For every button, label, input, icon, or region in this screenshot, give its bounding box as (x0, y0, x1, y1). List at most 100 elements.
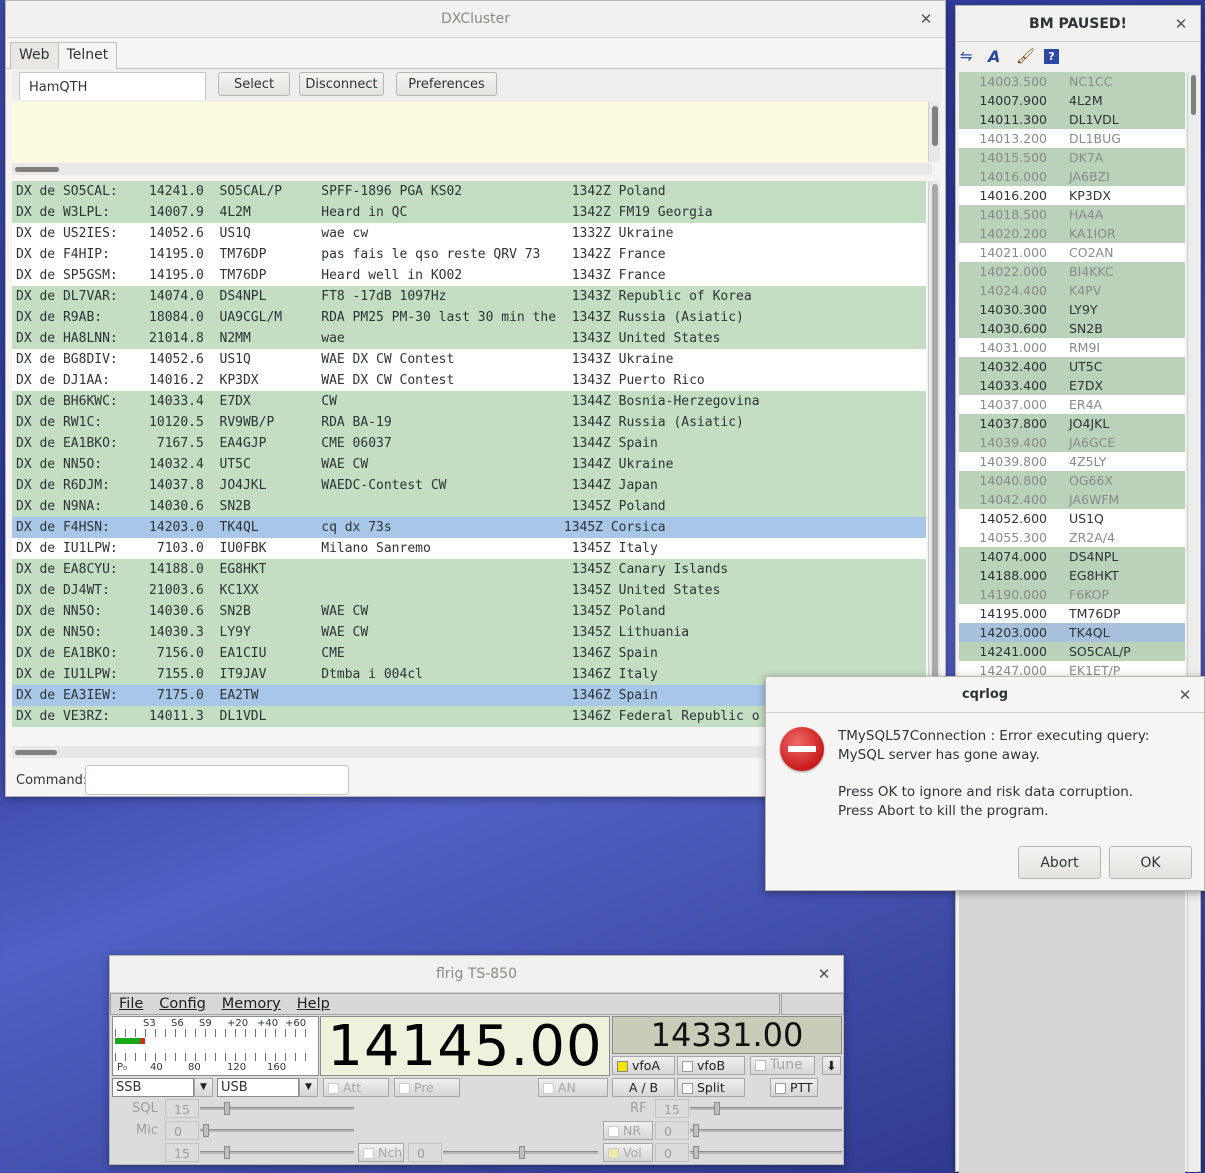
vfo-b-display[interactable]: 14331.00 (612, 1016, 842, 1054)
bandmap-row[interactable]: 14016.000 JA6BZI (959, 167, 1185, 186)
an-button[interactable]: AN (538, 1078, 608, 1097)
slider-knob[interactable] (203, 1124, 209, 1137)
abort-button[interactable]: Abort (1018, 846, 1101, 879)
output-hscroll[interactable] (12, 163, 932, 175)
ab-button[interactable]: A / B (612, 1078, 675, 1097)
bandmap-row[interactable]: 14022.000 BI4KKC (959, 262, 1185, 281)
vfoa-button[interactable]: vfoA (612, 1056, 675, 1075)
bandmap-row[interactable]: 14055.300 ZR2A/4 (959, 528, 1185, 547)
spot-row[interactable]: DX de DL7VAR: 14074.0 DS4NPL FT8 -17dB 1… (12, 286, 926, 307)
pre-button[interactable]: Pre (394, 1078, 460, 1097)
sort-icon[interactable]: ⇋ (960, 47, 978, 65)
bandmap-row[interactable]: 14033.400 E7DX (959, 376, 1185, 395)
slider-knob[interactable] (224, 1102, 230, 1115)
close-icon[interactable]: ✕ (1172, 15, 1190, 33)
vol-slider[interactable] (690, 1146, 842, 1159)
bandmap-row[interactable]: 14021.000 CO2AN (959, 243, 1185, 262)
vfob-button[interactable]: vfoB (677, 1056, 745, 1075)
slider-knob[interactable] (693, 1146, 699, 1159)
spot-row[interactable]: DX de NN5O: 14030.3 LY9Y WAE CW 1345Z Li… (12, 622, 926, 643)
bandmap-row[interactable]: 14037.000 ER4A (959, 395, 1185, 414)
bandmap-row[interactable]: 14203.000 TK4QL (959, 623, 1185, 642)
spot-list[interactable]: DX de SO5CAL: 14241.0 SO5CAL/P SPFF-1896… (12, 181, 926, 727)
spot-row[interactable]: DX de F4HSN: 14203.0 TK4QL cq dx 73s 134… (12, 517, 926, 538)
att-button[interactable]: Att (323, 1078, 389, 1097)
help-icon[interactable]: ? (1044, 48, 1059, 64)
rf-slider[interactable] (690, 1102, 842, 1115)
menu-memory[interactable]: Memory (222, 996, 281, 1012)
close-icon[interactable]: ✕ (815, 965, 833, 983)
bandmap-row[interactable]: 14195.000 TM76DP (959, 604, 1185, 623)
bandmap-row[interactable]: 14030.300 LY9Y (959, 300, 1185, 319)
spot-row[interactable]: DX de N9NA: 14030.6 SN2B 1345Z Poland (12, 496, 926, 517)
nch-slider[interactable] (443, 1146, 598, 1159)
font-icon[interactable]: A (988, 47, 1006, 66)
slider-knob[interactable] (224, 1146, 230, 1159)
bandmap-row[interactable]: 14018.500 HA4A (959, 205, 1185, 224)
bandmap-row[interactable]: 14031.000 RM9I (959, 338, 1185, 357)
spot-row[interactable]: DX de EA8CYU: 14188.0 EG8HKT 1345Z Canar… (12, 559, 926, 580)
bandmap-row[interactable]: 14016.200 KP3DX (959, 186, 1185, 205)
vol-button[interactable]: Vol (603, 1143, 653, 1162)
spot-row[interactable]: DX de NN5O: 14030.6 SN2B WAE CW 1345Z Po… (12, 601, 926, 622)
spot-row[interactable]: DX de DJ1AA: 14016.2 KP3DX WAE DX CW Con… (12, 370, 926, 391)
bandmap-row[interactable]: 14032.400 UT5C (959, 357, 1185, 376)
disconnect-button[interactable]: Disconnect (299, 72, 384, 96)
spot-row[interactable]: DX de R9AB: 18084.0 UA9CGL/M RDA PM25 PM… (12, 307, 926, 328)
vfo-a-display[interactable]: 14145.00 (320, 1016, 610, 1077)
close-icon[interactable]: ✕ (1176, 686, 1194, 704)
spot-row[interactable]: DX de SO5CAL: 14241.0 SO5CAL/P SPFF-1896… (12, 181, 926, 202)
bandmap-list[interactable]: 14003.500 NC1CC 14007.900 4L2M 14011.300 DL1V… (959, 72, 1185, 682)
slider-knob[interactable] (693, 1124, 699, 1137)
bandmap-row[interactable]: 14052.600 US1Q (959, 509, 1185, 528)
spot-row[interactable]: DX de EA1BKO: 7167.5 EA4GJP CME 06037 13… (12, 433, 926, 454)
bandmap-row[interactable]: 14003.500 NC1CC (959, 72, 1185, 91)
bandmap-row[interactable]: 14190.000 F6KOP (959, 585, 1185, 604)
split-button[interactable]: Split (677, 1078, 745, 1097)
spot-row[interactable]: DX de BG8DIV: 14052.6 US1Q WAE DX CW Con… (12, 349, 926, 370)
menu-config[interactable]: Config (159, 996, 206, 1012)
bandmap-row[interactable]: 14037.800 JO4JKL (959, 414, 1185, 433)
spot-row[interactable]: DX de EA1BKO: 7156.0 EA1CIU CME 1346Z Sp… (12, 643, 926, 664)
menu-file[interactable]: File (119, 996, 143, 1012)
preferences-button[interactable]: Preferences (396, 72, 497, 96)
bandmap-row[interactable]: 14074.000 DS4NPL (959, 547, 1185, 566)
bandmap-row[interactable]: 14020.200 KA1IOR (959, 224, 1185, 243)
nr-button[interactable]: NR (603, 1121, 653, 1140)
spot-row[interactable]: DX de IU1LPW: 7103.0 IU0FBK Milano Sanre… (12, 538, 926, 559)
bandwidth-dropdown-icon[interactable]: ▼ (299, 1078, 318, 1097)
tab-telnet[interactable]: Telnet (57, 42, 118, 69)
tune-button[interactable]: Tune (750, 1056, 815, 1075)
telnet-output-area[interactable] (12, 102, 932, 162)
row3-slider[interactable] (200, 1146, 354, 1159)
spot-row[interactable]: DX de NN5O: 14032.4 UT5C WAE CW 1344Z Uk… (12, 454, 926, 475)
nr-slider[interactable] (690, 1124, 842, 1137)
spot-row[interactable]: DX de RW1C: 10120.5 RV9WB/P RDA BA-19 13… (12, 412, 926, 433)
close-icon[interactable]: ✕ (917, 10, 935, 28)
spot-row[interactable]: DX de BH6KWC: 14033.4 E7DX CW 1344Z Bosn… (12, 391, 926, 412)
tab-web[interactable]: Web (10, 42, 59, 69)
mic-slider[interactable] (200, 1124, 354, 1137)
spot-row[interactable]: DX de SP5GSM: 14195.0 TM76DP Heard well … (12, 265, 926, 286)
bandmap-row[interactable]: 14015.500 DK7A (959, 148, 1185, 167)
bandmap-row[interactable]: 14013.200 DL1BUG (959, 129, 1185, 148)
spot-row[interactable]: DX de DJ4WT: 21003.6 KC1XX 1345Z United … (12, 580, 926, 601)
ptt-button[interactable]: PTT (770, 1078, 818, 1097)
arrow-down-icon[interactable]: ⬇ (822, 1056, 841, 1075)
bandmap-vscroll[interactable] (1187, 72, 1198, 1172)
spot-row[interactable]: DX de F4HIP: 14195.0 TM76DP pas fais le … (12, 244, 926, 265)
command-input[interactable] (85, 765, 349, 795)
ok-button[interactable]: OK (1109, 846, 1192, 879)
spot-row[interactable]: DX de W3LPL: 14007.9 4L2M Heard in QC 13… (12, 202, 926, 223)
spot-row[interactable]: DX de US2IES: 14052.6 US1Q wae cw 1332Z … (12, 223, 926, 244)
mode-select[interactable]: SSB (112, 1078, 194, 1097)
bandwidth-select[interactable]: USB (217, 1078, 299, 1097)
output-vscroll[interactable] (928, 102, 940, 162)
server-tab[interactable]: HamQTH (19, 72, 206, 100)
bandmap-row[interactable]: 14042.400 JA6WFM (959, 490, 1185, 509)
nch-button[interactable]: Nch (358, 1143, 404, 1162)
bandmap-row[interactable]: 14039.800 4Z5LY (959, 452, 1185, 471)
sql-slider[interactable] (200, 1102, 354, 1115)
bandmap-row[interactable]: 14007.900 4L2M (959, 91, 1185, 110)
bandmap-row[interactable]: 14024.400 K4PV (959, 281, 1185, 300)
